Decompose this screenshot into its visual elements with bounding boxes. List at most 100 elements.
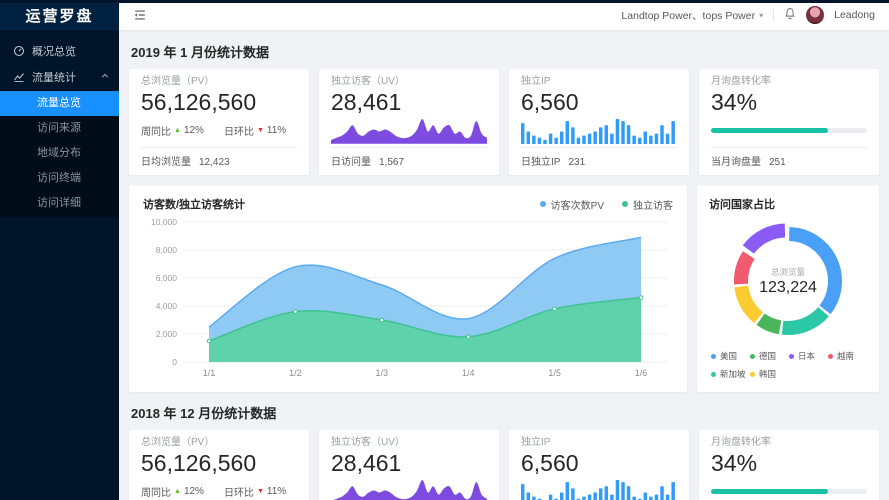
stat-card-ip: 独立IP 6,560 日独立IP231 xyxy=(509,69,689,175)
stat-label: 独立IP xyxy=(521,76,677,88)
svg-text:1/4: 1/4 xyxy=(462,368,475,378)
sidebar: 运营罗盘 概况总览 流量统计 流量总览 xyxy=(0,0,119,500)
menu-fold-icon[interactable] xyxy=(133,8,147,22)
section-title-dec-2018: 2018 年 12 月份统计数据 xyxy=(131,403,879,422)
sidebar-subitem-visit-detail[interactable]: 访问详细 xyxy=(0,191,119,216)
donut-chart: 总浏览量 123,224 xyxy=(727,220,849,342)
svg-text:1/1: 1/1 xyxy=(203,368,216,378)
chevron-up-icon xyxy=(101,71,109,83)
sidebar-subitem-region-distribution[interactable]: 地域分布 xyxy=(0,141,119,166)
chart-header: 访客数/独立访客统计 访客次数PV 独立访客 xyxy=(143,196,673,212)
user-avatar[interactable] xyxy=(806,6,824,24)
legend-item[interactable]: 越南 xyxy=(828,350,865,362)
main-content: 2019 年 1 月份统计数据 总浏览量（PV） 56,126,560 周同比 … xyxy=(119,30,889,500)
user-name: Leadong xyxy=(834,9,875,21)
legend-item[interactable]: 日本 xyxy=(789,350,826,362)
stat-cards-row: 总浏览量（PV） 56,126,560 周同比 ▲ 12% 日环比 ▼ 11% xyxy=(129,430,879,500)
stat-label: 月询盘转化率 xyxy=(711,437,867,449)
stat-label: 总浏览量（PV） xyxy=(141,437,297,449)
stat-value: 56,126,560 xyxy=(141,450,297,476)
legend-item[interactable]: 新加坡 xyxy=(711,368,748,380)
stat-card-uv: 独立访客（UV） 28,461 日访问量1,567 xyxy=(319,430,499,500)
trend-label: 日环比 xyxy=(224,123,254,138)
sidebar-menu: 概况总览 流量统计 流量总览 访问来源 地域分布 访问终端 访问详细 xyxy=(0,30,119,217)
top-strip xyxy=(0,0,889,3)
stat-card-pv: 总浏览量（PV） 56,126,560 周同比 ▲ 12% 日环比 ▼ 11% xyxy=(129,430,309,500)
legend-label: 日本 xyxy=(798,350,815,362)
trend-label: 周同比 xyxy=(141,123,171,138)
legend-dot xyxy=(828,354,833,359)
stat-value: 28,461 xyxy=(331,450,487,476)
stat-card-conversion: 月询盘转化率 34% 当月询盘量251 xyxy=(699,69,879,175)
trend-row: 周同比 ▲ 12% 日环比 ▼ 11% xyxy=(141,477,297,500)
legend-item[interactable]: 德国 xyxy=(750,350,787,362)
stat-value: 34% xyxy=(711,450,867,476)
countries-card: 访问国家占比 总浏览量 123,224 美国德国 日本 越南新加坡 韩国 xyxy=(697,186,879,392)
stat-footer: 日独立IP231 xyxy=(521,147,677,170)
legend-label: 德国 xyxy=(759,350,776,362)
chart-title: 访客数/独立访客统计 xyxy=(143,196,245,212)
stat-card-uv: 独立访客（UV） 28,461 日访问量1,567 xyxy=(319,69,499,175)
legend-label: 韩国 xyxy=(759,368,776,380)
trend-value: 11% xyxy=(267,486,286,497)
stat-label: 月询盘转化率 xyxy=(711,76,867,88)
chevron-down-icon: ▾ xyxy=(759,11,763,20)
legend-dot xyxy=(789,354,794,359)
svg-text:1/3: 1/3 xyxy=(376,368,389,378)
stat-card-ip: 独立IP 6,560 日独立IP231 xyxy=(509,430,689,500)
legend-item[interactable]: 独立访客 xyxy=(622,197,673,212)
legend-item[interactable]: 韩国 xyxy=(750,368,787,380)
stat-footer: 日均浏览量12,423 xyxy=(141,147,297,170)
legend-dot xyxy=(750,372,755,377)
uv-sparkline-chart xyxy=(331,116,487,144)
stat-value: 6,560 xyxy=(521,89,677,115)
dashboard-page: 运营罗盘 概况总览 流量统计 流量总览 xyxy=(0,0,889,500)
sidebar-subitem-traffic-overview[interactable]: 流量总览 xyxy=(0,91,119,116)
line-chart-icon xyxy=(13,71,25,83)
sidebar-subitem-visit-terminal[interactable]: 访问终端 xyxy=(0,166,119,191)
down-arrow-icon: ▼ xyxy=(257,488,264,495)
stat-card-conversion: 月询盘转化率 34% 当月询盘量251 xyxy=(699,430,879,500)
chart-row: 访客数/独立访客统计 访客次数PV 独立访客 0 2,000 4,000 6,000 8,… xyxy=(129,186,879,392)
legend-dot xyxy=(750,354,755,359)
legend-item[interactable]: 访客次数PV xyxy=(540,197,604,212)
svg-text:2,000: 2,000 xyxy=(156,329,178,339)
donut-title: 访问国家占比 xyxy=(709,196,867,212)
up-arrow-icon: ▲ xyxy=(174,488,181,495)
sidebar-subitem-visit-source[interactable]: 访问来源 xyxy=(0,116,119,141)
traffic-submenu: 流量总览 访问来源 地域分布 访问终端 访问详细 xyxy=(0,90,119,217)
svg-text:0: 0 xyxy=(172,357,177,367)
stat-label: 独立访客（UV） xyxy=(331,437,487,449)
svg-text:10,000: 10,000 xyxy=(151,217,177,227)
stat-footer: 日访问量1,567 xyxy=(331,147,487,170)
dashboard-icon xyxy=(13,45,25,57)
stat-label: 总浏览量（PV） xyxy=(141,76,297,88)
legend-item[interactable]: 美国 xyxy=(711,350,748,362)
legend-dot xyxy=(540,201,546,207)
progress-bar xyxy=(711,489,867,494)
ip-bar-chart xyxy=(521,477,677,500)
svg-text:8,000: 8,000 xyxy=(156,245,178,255)
svg-text:6,000: 6,000 xyxy=(156,273,178,283)
legend-label: 新加坡 xyxy=(720,368,746,380)
progress-bar xyxy=(711,128,867,133)
header-divider xyxy=(773,9,774,21)
stat-cards-row: 总浏览量（PV） 56,126,560 周同比 ▲ 12% 日环比 ▼ 11% xyxy=(129,69,879,175)
header-right: Landtop Power、tops Power ▾ Leadong xyxy=(621,6,875,24)
app-logo: 运营罗盘 xyxy=(0,0,119,30)
stat-label: 独立IP xyxy=(521,437,677,449)
trend-value: 12% xyxy=(184,486,204,497)
sidebar-item-overview[interactable]: 概况总览 xyxy=(0,38,119,64)
sidebar-item-traffic-stats[interactable]: 流量统计 xyxy=(0,64,119,90)
trend-label: 日环比 xyxy=(224,484,254,499)
up-arrow-icon: ▲ xyxy=(174,127,181,134)
down-arrow-icon: ▼ xyxy=(257,127,264,134)
bell-icon[interactable] xyxy=(784,7,796,23)
trend-value: 12% xyxy=(184,125,204,136)
stat-value: 34% xyxy=(711,89,867,115)
header-bar: Landtop Power、tops Power ▾ Leadong xyxy=(119,0,889,30)
sidebar-item-label: 流量统计 xyxy=(32,69,76,85)
org-selector[interactable]: Landtop Power、tops Power ▾ xyxy=(621,8,763,23)
visitors-chart-card: 访客数/独立访客统计 访客次数PV 独立访客 0 2,000 4,000 6,000 8,… xyxy=(129,186,687,392)
svg-text:4,000: 4,000 xyxy=(156,301,178,311)
